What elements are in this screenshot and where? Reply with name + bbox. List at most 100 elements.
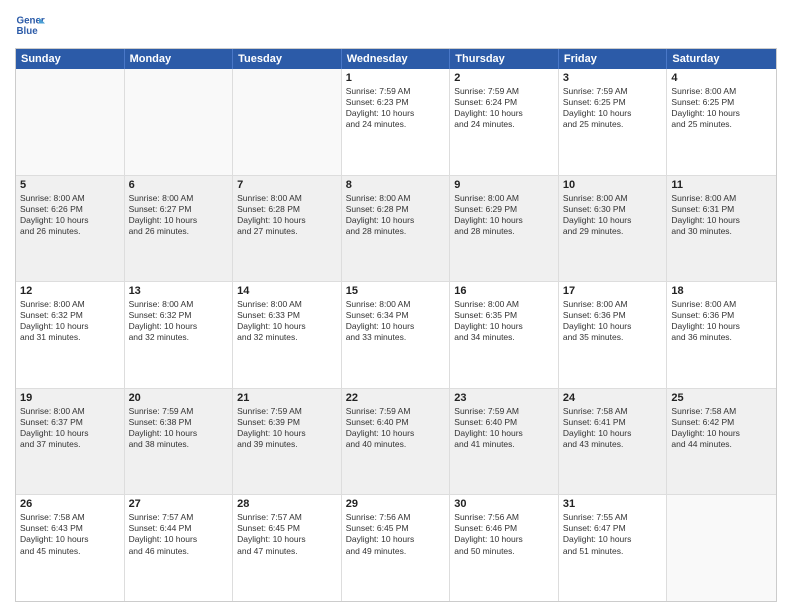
day-number: 30 — [454, 498, 554, 510]
day-info: Sunrise: 8:00 AM Sunset: 6:28 PM Dayligh… — [237, 193, 337, 237]
calendar-grid: SundayMondayTuesdayWednesdayThursdayFrid… — [15, 48, 777, 602]
day-cell-1: 1 Sunrise: 7:59 AM Sunset: 6:23 PM Daylig… — [342, 69, 451, 175]
day-info: Sunrise: 8:00 AM Sunset: 6:31 PM Dayligh… — [671, 193, 772, 237]
calendar-row-4: 26 Sunrise: 7:58 AM Sunset: 6:43 PM Dayli… — [16, 495, 776, 601]
day-cell-16: 16 Sunrise: 8:00 AM Sunset: 6:35 PM Dayli… — [450, 282, 559, 388]
day-cell-2: 2 Sunrise: 7:59 AM Sunset: 6:24 PM Daylig… — [450, 69, 559, 175]
weekday-header-wednesday: Wednesday — [342, 49, 451, 69]
day-cell-10: 10 Sunrise: 8:00 AM Sunset: 6:30 PM Dayli… — [559, 176, 668, 282]
day-cell-31: 31 Sunrise: 7:55 AM Sunset: 6:47 PM Dayli… — [559, 495, 668, 601]
empty-cell — [667, 495, 776, 601]
day-cell-9: 9Sunrise: 8:00 AM Sunset: 6:29 PM Daylig… — [450, 176, 559, 282]
day-info: Sunrise: 8:00 AM Sunset: 6:32 PM Dayligh… — [129, 299, 229, 343]
day-cell-15: 15 Sunrise: 8:00 AM Sunset: 6:34 PM Dayli… — [342, 282, 451, 388]
day-number: 26 — [20, 498, 120, 510]
calendar-body: 1 Sunrise: 7:59 AM Sunset: 6:23 PM Daylig… — [16, 69, 776, 601]
calendar-page: General Blue SundayMondayTuesdayWednesda… — [0, 0, 792, 612]
empty-cell — [125, 69, 234, 175]
day-number: 29 — [346, 498, 446, 510]
day-info: Sunrise: 8:00 AM Sunset: 6:29 PM Dayligh… — [454, 193, 554, 237]
day-number: 27 — [129, 498, 229, 510]
day-cell-24: 24Sunrise: 7:58 AM Sunset: 6:41 PM Dayli… — [559, 389, 668, 495]
day-info: Sunrise: 7:59 AM Sunset: 6:38 PM Dayligh… — [129, 406, 229, 450]
day-info: Sunrise: 8:00 AM Sunset: 6:26 PM Dayligh… — [20, 193, 120, 237]
day-info: Sunrise: 8:00 AM Sunset: 6:25 PM Dayligh… — [671, 86, 772, 130]
day-cell-14: 14Sunrise: 8:00 AM Sunset: 6:33 PM Dayli… — [233, 282, 342, 388]
day-number: 6 — [129, 179, 229, 191]
day-number: 28 — [237, 498, 337, 510]
day-info: Sunrise: 8:00 AM Sunset: 6:34 PM Dayligh… — [346, 299, 446, 343]
calendar-row-1: 5 Sunrise: 8:00 AM Sunset: 6:26 PM Daylig… — [16, 176, 776, 283]
day-number: 7 — [237, 179, 337, 191]
day-info: Sunrise: 8:00 AM Sunset: 6:36 PM Dayligh… — [563, 299, 663, 343]
day-number: 10 — [563, 179, 663, 191]
day-cell-30: 30Sunrise: 7:56 AM Sunset: 6:46 PM Dayli… — [450, 495, 559, 601]
weekday-header-friday: Friday — [559, 49, 668, 69]
day-number: 4 — [671, 72, 772, 84]
day-cell-26: 26 Sunrise: 7:58 AM Sunset: 6:43 PM Dayli… — [16, 495, 125, 601]
day-cell-27: 27Sunrise: 7:57 AM Sunset: 6:44 PM Dayli… — [125, 495, 234, 601]
day-info: Sunrise: 7:58 AM Sunset: 6:42 PM Dayligh… — [671, 406, 772, 450]
day-cell-18: 18 Sunrise: 8:00 AM Sunset: 6:36 PM Dayli… — [667, 282, 776, 388]
calendar-row-2: 12 Sunrise: 8:00 AM Sunset: 6:32 PM Dayli… — [16, 282, 776, 389]
day-number: 5 — [20, 179, 120, 191]
day-number: 15 — [346, 285, 446, 297]
day-info: Sunrise: 7:59 AM Sunset: 6:23 PM Dayligh… — [346, 86, 446, 130]
calendar-row-3: 19 Sunrise: 8:00 AM Sunset: 6:37 PM Dayli… — [16, 389, 776, 496]
logo: General Blue — [15, 10, 45, 40]
day-info: Sunrise: 7:59 AM Sunset: 6:40 PM Dayligh… — [454, 406, 554, 450]
day-info: Sunrise: 8:00 AM Sunset: 6:36 PM Dayligh… — [671, 299, 772, 343]
day-cell-7: 7 Sunrise: 8:00 AM Sunset: 6:28 PM Daylig… — [233, 176, 342, 282]
day-cell-25: 25 Sunrise: 7:58 AM Sunset: 6:42 PM Dayli… — [667, 389, 776, 495]
day-info: Sunrise: 8:00 AM Sunset: 6:28 PM Dayligh… — [346, 193, 446, 237]
day-cell-22: 22Sunrise: 7:59 AM Sunset: 6:40 PM Dayli… — [342, 389, 451, 495]
day-cell-11: 11 Sunrise: 8:00 AM Sunset: 6:31 PM Dayli… — [667, 176, 776, 282]
weekday-header-thursday: Thursday — [450, 49, 559, 69]
day-number: 1 — [346, 72, 446, 84]
day-info: Sunrise: 8:00 AM Sunset: 6:27 PM Dayligh… — [129, 193, 229, 237]
day-number: 3 — [563, 72, 663, 84]
day-info: Sunrise: 8:00 AM Sunset: 6:35 PM Dayligh… — [454, 299, 554, 343]
weekday-header-monday: Monday — [125, 49, 234, 69]
day-cell-17: 17 Sunrise: 8:00 AM Sunset: 6:36 PM Dayli… — [559, 282, 668, 388]
day-cell-29: 29 Sunrise: 7:56 AM Sunset: 6:45 PM Dayli… — [342, 495, 451, 601]
day-cell-4: 4 Sunrise: 8:00 AM Sunset: 6:25 PM Daylig… — [667, 69, 776, 175]
day-number: 12 — [20, 285, 120, 297]
day-number: 19 — [20, 392, 120, 404]
day-number: 11 — [671, 179, 772, 191]
day-cell-21: 21Sunrise: 7:59 AM Sunset: 6:39 PM Dayli… — [233, 389, 342, 495]
day-cell-28: 28Sunrise: 7:57 AM Sunset: 6:45 PM Dayli… — [233, 495, 342, 601]
weekday-header-tuesday: Tuesday — [233, 49, 342, 69]
logo-icon: General Blue — [15, 10, 45, 40]
day-number: 20 — [129, 392, 229, 404]
day-info: Sunrise: 7:55 AM Sunset: 6:47 PM Dayligh… — [563, 512, 663, 556]
day-info: Sunrise: 8:00 AM Sunset: 6:37 PM Dayligh… — [20, 406, 120, 450]
calendar-header: SundayMondayTuesdayWednesdayThursdayFrid… — [16, 49, 776, 69]
day-number: 22 — [346, 392, 446, 404]
day-number: 16 — [454, 285, 554, 297]
day-info: Sunrise: 7:58 AM Sunset: 6:41 PM Dayligh… — [563, 406, 663, 450]
day-info: Sunrise: 7:58 AM Sunset: 6:43 PM Dayligh… — [20, 512, 120, 556]
day-number: 18 — [671, 285, 772, 297]
empty-cell — [233, 69, 342, 175]
day-number: 8 — [346, 179, 446, 191]
day-number: 2 — [454, 72, 554, 84]
day-number: 23 — [454, 392, 554, 404]
calendar-row-0: 1 Sunrise: 7:59 AM Sunset: 6:23 PM Daylig… — [16, 69, 776, 176]
day-info: Sunrise: 7:59 AM Sunset: 6:24 PM Dayligh… — [454, 86, 554, 130]
day-cell-19: 19 Sunrise: 8:00 AM Sunset: 6:37 PM Dayli… — [16, 389, 125, 495]
day-number: 31 — [563, 498, 663, 510]
day-cell-3: 3 Sunrise: 7:59 AM Sunset: 6:25 PM Daylig… — [559, 69, 668, 175]
day-number: 17 — [563, 285, 663, 297]
day-cell-23: 23 Sunrise: 7:59 AM Sunset: 6:40 PM Dayli… — [450, 389, 559, 495]
day-number: 25 — [671, 392, 772, 404]
day-info: Sunrise: 7:56 AM Sunset: 6:45 PM Dayligh… — [346, 512, 446, 556]
day-info: Sunrise: 7:59 AM Sunset: 6:39 PM Dayligh… — [237, 406, 337, 450]
weekday-header-sunday: Sunday — [16, 49, 125, 69]
day-info: Sunrise: 7:59 AM Sunset: 6:25 PM Dayligh… — [563, 86, 663, 130]
day-cell-20: 20 Sunrise: 7:59 AM Sunset: 6:38 PM Dayli… — [125, 389, 234, 495]
page-header: General Blue — [15, 10, 777, 40]
day-cell-12: 12Sunrise: 8:00 AM Sunset: 6:32 PM Dayli… — [16, 282, 125, 388]
day-cell-5: 5 Sunrise: 8:00 AM Sunset: 6:26 PM Daylig… — [16, 176, 125, 282]
day-info: Sunrise: 8:00 AM Sunset: 6:30 PM Dayligh… — [563, 193, 663, 237]
